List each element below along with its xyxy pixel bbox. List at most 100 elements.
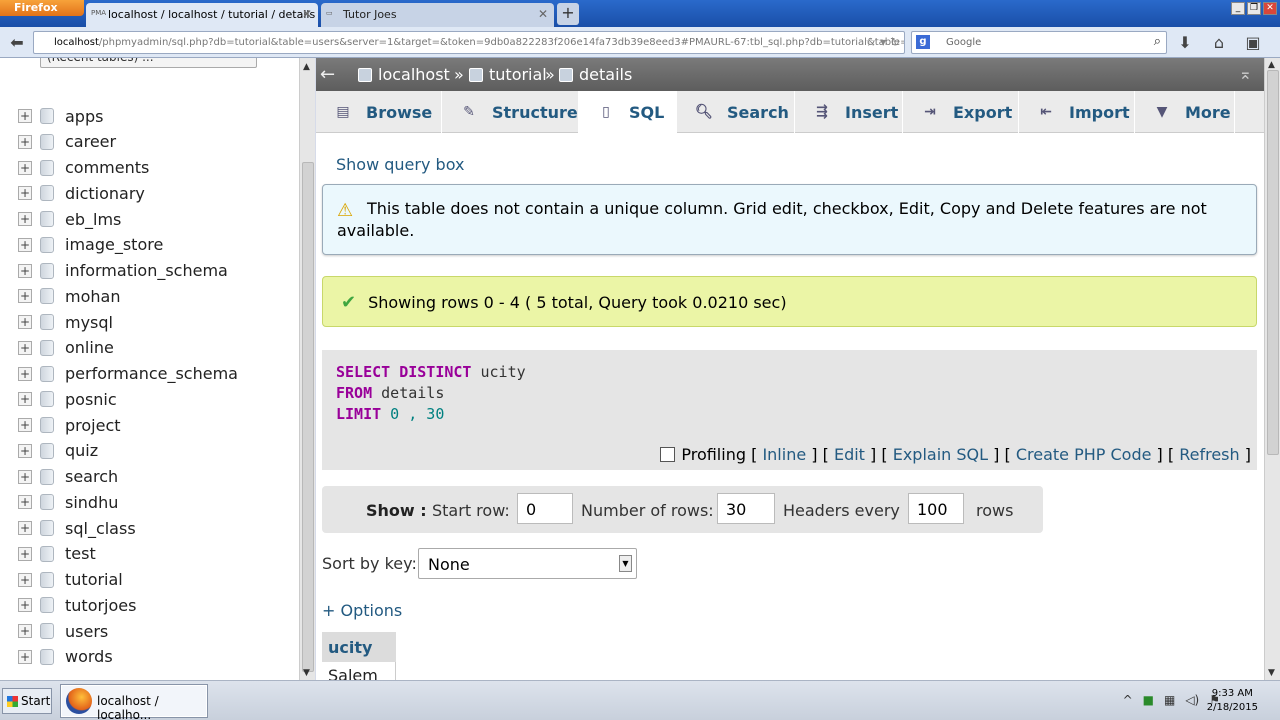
start-row-input[interactable]: 0 xyxy=(517,493,573,524)
scrollbar-thumb[interactable] xyxy=(1267,70,1279,455)
options-link[interactable]: + Options xyxy=(322,601,402,620)
close-tab-icon[interactable]: ✕ xyxy=(302,7,312,21)
explain-sql-link[interactable]: Explain SQL xyxy=(893,445,988,464)
sidebar-item-label[interactable]: search xyxy=(65,467,118,486)
expand-plus-icon[interactable]: + xyxy=(18,186,32,201)
breadcrumb-server[interactable]: localhost xyxy=(358,65,450,84)
expand-plus-icon[interactable]: + xyxy=(18,289,32,304)
expand-plus-icon[interactable]: + xyxy=(18,521,32,535)
expand-plus-icon[interactable]: + xyxy=(18,315,32,329)
tab-more[interactable]: ▼ More xyxy=(1135,91,1235,133)
breadcrumb-database[interactable]: tutorial xyxy=(469,65,547,84)
sidebar-item-label[interactable]: test xyxy=(65,544,96,563)
sidebar-item-label[interactable]: users xyxy=(65,622,108,641)
tab-sql[interactable]: ▯ SQL xyxy=(579,91,677,133)
sidebar-item-label[interactable]: mohan xyxy=(65,287,120,306)
edit-link[interactable]: Edit xyxy=(834,445,865,464)
headers-every-input[interactable]: 100 xyxy=(908,493,964,524)
sidebar-item-users[interactable]: + users xyxy=(18,619,108,643)
show-query-box-link[interactable]: Show query box xyxy=(336,155,464,174)
search-icon[interactable]: ⌕ xyxy=(1154,34,1161,49)
tray-app-icon[interactable]: ■ xyxy=(1143,693,1154,707)
expand-plus-icon[interactable]: + xyxy=(18,469,32,484)
sidebar-item-apps[interactable]: + apps xyxy=(18,104,103,128)
sidebar-item-label[interactable]: tutorial xyxy=(65,570,123,589)
tab-browse[interactable]: ▤ Browse xyxy=(316,91,442,133)
browser-tab-phpmyadmin[interactable]: PMA localhost / localhost / tutorial / d… xyxy=(86,3,318,27)
expand-plus-icon[interactable]: + xyxy=(18,237,32,252)
recent-tables-select[interactable]: (Recent tables) ... xyxy=(40,58,257,68)
create-php-code-link[interactable]: Create PHP Code xyxy=(1016,445,1152,464)
breadcrumb-table[interactable]: details xyxy=(559,65,632,84)
sidebar-item-label[interactable]: eb_lms xyxy=(65,210,121,229)
sidebar-item-project[interactable]: + project xyxy=(18,413,121,437)
sidebar-item-label[interactable]: comments xyxy=(65,158,149,177)
sidebar-item-tutorial[interactable]: + tutorial xyxy=(18,568,123,592)
column-header-ucity[interactable]: ucity xyxy=(322,632,396,662)
sidebar-item-sql-class[interactable]: + sql_class xyxy=(18,516,136,540)
sidebar-item-label[interactable]: posnic xyxy=(65,390,117,409)
sidebar-item-label[interactable]: dictionary xyxy=(65,184,145,203)
bookmark-star-icon[interactable]: ☆ ▾ ↻ xyxy=(866,35,900,49)
back-arrow-icon[interactable]: ⬅ xyxy=(6,32,28,54)
search-input[interactable]: g Google ⌕ xyxy=(911,31,1167,54)
sort-by-key-select[interactable]: None ▼ xyxy=(418,548,637,579)
scroll-to-top-icon[interactable]: ⌅ xyxy=(1239,64,1252,83)
expand-plus-icon[interactable]: + xyxy=(18,624,32,638)
sidebar-item-label[interactable]: performance_schema xyxy=(65,364,238,383)
collapse-arrow-icon[interactable]: ← xyxy=(320,64,335,85)
sidebar-item-label[interactable]: career xyxy=(65,132,116,151)
tab-search[interactable]: 🔍︎ Search xyxy=(677,91,795,133)
expand-plus-icon[interactable]: + xyxy=(18,649,32,664)
chevron-down-icon[interactable]: ▼ xyxy=(619,555,632,572)
expand-plus-icon[interactable]: + xyxy=(18,212,32,226)
expand-plus-icon[interactable]: + xyxy=(18,443,32,458)
sidebar-item-performance-schema[interactable]: + performance_schema xyxy=(18,362,238,386)
close-window-icon[interactable]: ✕ xyxy=(1263,2,1277,15)
sidebar-item-label[interactable]: tutorjoes xyxy=(65,596,136,615)
sidebar-item-label[interactable]: information_schema xyxy=(65,261,228,280)
sidebar-item-tutorjoes[interactable]: + tutorjoes xyxy=(18,593,136,617)
inline-link[interactable]: Inline xyxy=(762,445,806,464)
sidebar-item-test[interactable]: + test xyxy=(18,542,96,566)
sidebar-item-dictionary[interactable]: + dictionary xyxy=(18,181,145,205)
sidebar-item-label[interactable]: words xyxy=(65,647,113,666)
network-icon[interactable]: ▦ xyxy=(1164,693,1175,707)
home-icon[interactable]: ⌂ xyxy=(1208,32,1230,54)
tab-export[interactable]: ⇥ Export xyxy=(903,91,1019,133)
sidebar-item-quiz[interactable]: + quiz xyxy=(18,439,98,463)
sidebar-item-label[interactable]: apps xyxy=(65,107,103,126)
expand-plus-icon[interactable]: + xyxy=(18,366,32,381)
left-panel-scrollbar[interactable]: ▲ ▼ xyxy=(299,58,315,680)
expand-plus-icon[interactable]: + xyxy=(18,134,32,149)
sidebar-item-posnic[interactable]: + posnic xyxy=(18,387,117,411)
scroll-up-icon[interactable]: ▲ xyxy=(303,62,310,72)
sidebar-item-mysql[interactable]: + mysql xyxy=(18,310,113,334)
scrollbar-thumb[interactable] xyxy=(302,162,314,672)
expand-plus-icon[interactable]: + xyxy=(18,598,32,613)
expand-plus-icon[interactable]: + xyxy=(18,495,32,510)
sidebar-item-label[interactable]: sql_class xyxy=(65,519,136,538)
tab-structure[interactable]: ✎ Structure xyxy=(442,91,579,133)
sidebar-item-search[interactable]: + search xyxy=(18,465,118,489)
sidebar-item-comments[interactable]: + comments xyxy=(18,156,149,180)
main-scrollbar[interactable]: ▲ ▼ xyxy=(1264,58,1280,680)
close-tab-icon[interactable]: ✕ xyxy=(538,7,548,21)
taskbar-firefox-item[interactable]: localhost / localho... xyxy=(60,684,208,720)
minimize-icon[interactable]: _ xyxy=(1231,2,1245,15)
expand-plus-icon[interactable]: + xyxy=(18,392,32,407)
sidebar-item-sindhu[interactable]: + sindhu xyxy=(18,490,118,514)
firefox-menu-button[interactable]: Firefox xyxy=(0,0,84,16)
sidebar-item-mohan[interactable]: + mohan xyxy=(18,284,120,308)
sidebar-item-online[interactable]: + online xyxy=(18,336,114,360)
expand-plus-icon[interactable]: + xyxy=(18,109,32,123)
tab-insert[interactable]: ⇶ Insert xyxy=(795,91,903,133)
download-icon[interactable]: ⬇ xyxy=(1174,32,1196,54)
sidebar-item-label[interactable]: project xyxy=(65,416,121,435)
start-button[interactable]: Start xyxy=(2,688,52,714)
browser-tab-tutor-joes[interactable]: ▭ Tutor Joes ✕ xyxy=(321,3,554,27)
sidebar-item-eb-lms[interactable]: + eb_lms xyxy=(18,207,121,231)
sidebar-item-label[interactable]: mysql xyxy=(65,313,113,332)
sidebar-item-words[interactable]: + words xyxy=(18,645,113,669)
expand-plus-icon[interactable]: + xyxy=(18,572,32,587)
